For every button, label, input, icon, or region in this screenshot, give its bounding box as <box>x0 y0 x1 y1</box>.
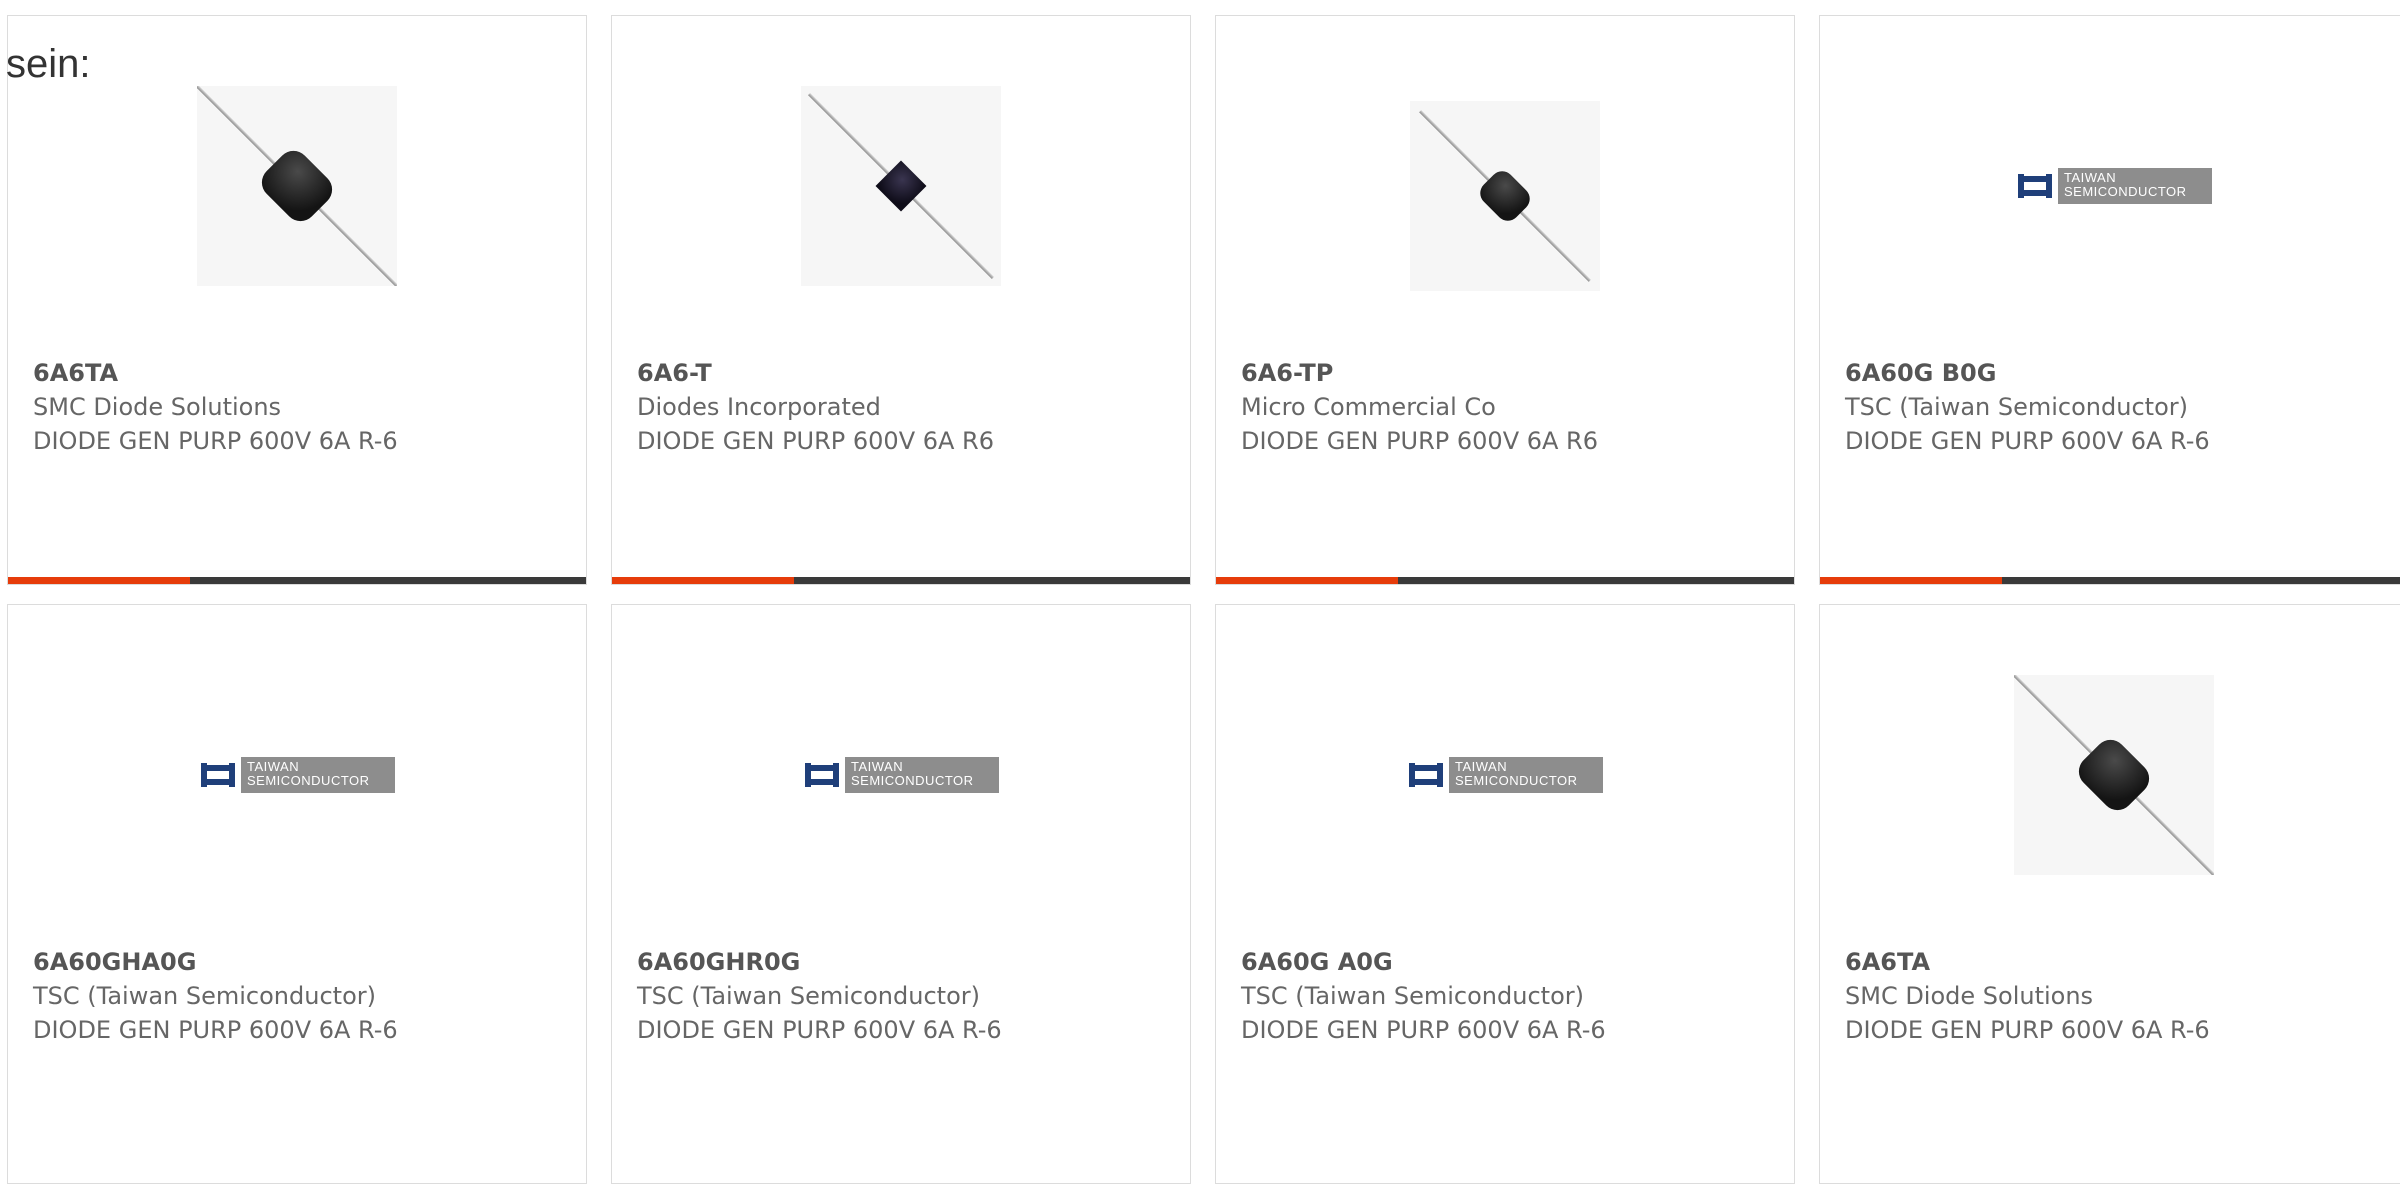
part-number[interactable]: 6A6-T <box>637 356 1180 390</box>
product-image <box>1216 96 1794 296</box>
taiwan-semiconductor-logo: TAIWAN SEMICONDUCTOR <box>1407 757 1603 793</box>
product-card[interactable]: TAIWAN SEMICONDUCTOR 6A60G B0G TSC (Taiwa… <box>1819 15 2400 585</box>
card-accent-bar <box>8 577 586 584</box>
diode-axial-square-icon <box>801 86 1001 286</box>
part-number[interactable]: 6A60G B0G <box>1845 356 2398 390</box>
manufacturer: TSC (Taiwan Semiconductor) <box>1241 982 1584 1010</box>
diode-axial-black-icon <box>197 86 397 286</box>
product-image <box>612 86 1190 286</box>
product-card[interactable]: 6A6TA SMC Diode Solutions DIODE GEN PURP… <box>7 15 587 585</box>
product-image <box>1820 675 2400 875</box>
part-number[interactable]: 6A60G A0G <box>1241 945 1784 979</box>
product-card[interactable]: TAIWAN SEMICONDUCTOR 6A60GHR0G TSC (Taiwa… <box>611 604 1191 1184</box>
diode-axial-black-icon <box>2014 675 2214 875</box>
product-image: TAIWAN SEMICONDUCTOR <box>8 675 586 875</box>
taiwan-semiconductor-logo: TAIWAN SEMICONDUCTOR <box>803 757 999 793</box>
card-accent-bar <box>612 577 1190 584</box>
description: DIODE GEN PURP 600V 6A R-6 <box>33 427 398 455</box>
part-number[interactable]: 6A6TA <box>1845 945 2398 979</box>
part-number[interactable]: 6A6-TP <box>1241 356 1784 390</box>
manufacturer: SMC Diode Solutions <box>33 393 282 421</box>
product-card[interactable]: 6A6-TP Micro Commercial Co DIODE GEN PUR… <box>1215 15 1795 585</box>
manufacturer: TSC (Taiwan Semiconductor) <box>33 982 376 1010</box>
intro-text: sein: <box>6 42 91 86</box>
description: DIODE GEN PURP 600V 6A R-6 <box>1241 1016 1606 1044</box>
description: DIODE GEN PURP 600V 6A R6 <box>637 427 994 455</box>
part-number[interactable]: 6A60GHR0G <box>637 945 1180 979</box>
product-image: TAIWAN SEMICONDUCTOR <box>612 675 1190 875</box>
taiwan-semiconductor-logo: TAIWAN SEMICONDUCTOR <box>199 757 395 793</box>
description: DIODE GEN PURP 600V 6A R-6 <box>1845 427 2210 455</box>
product-card[interactable]: TAIWAN SEMICONDUCTOR 6A60G A0G TSC (Taiwa… <box>1215 604 1795 1184</box>
manufacturer: Diodes Incorporated <box>637 393 881 421</box>
diode-axial-small-icon <box>1410 101 1600 291</box>
description: DIODE GEN PURP 600V 6A R-6 <box>637 1016 1002 1044</box>
description: DIODE GEN PURP 600V 6A R6 <box>1241 427 1598 455</box>
part-number[interactable]: 6A6TA <box>33 356 576 390</box>
description: DIODE GEN PURP 600V 6A R-6 <box>33 1016 398 1044</box>
manufacturer: TSC (Taiwan Semiconductor) <box>1845 393 2188 421</box>
product-image <box>8 86 586 286</box>
taiwan-semiconductor-logo: TAIWAN SEMICONDUCTOR <box>2016 168 2212 204</box>
card-accent-bar <box>1216 577 1794 584</box>
manufacturer: TSC (Taiwan Semiconductor) <box>637 982 980 1010</box>
product-card[interactable]: 6A6TA SMC Diode Solutions DIODE GEN PURP… <box>1819 604 2400 1184</box>
part-number[interactable]: 6A60GHA0G <box>33 945 576 979</box>
manufacturer: Micro Commercial Co <box>1241 393 1496 421</box>
card-accent-bar <box>1820 577 2400 584</box>
product-card[interactable]: TAIWAN SEMICONDUCTOR 6A60GHA0G TSC (Taiwa… <box>7 604 587 1184</box>
description: DIODE GEN PURP 600V 6A R-6 <box>1845 1016 2210 1044</box>
product-card[interactable]: 6A6-T Diodes Incorporated DIODE GEN PURP… <box>611 15 1191 585</box>
manufacturer: SMC Diode Solutions <box>1845 982 2094 1010</box>
product-image: TAIWAN SEMICONDUCTOR <box>1820 86 2400 286</box>
product-image: TAIWAN SEMICONDUCTOR <box>1216 675 1794 875</box>
